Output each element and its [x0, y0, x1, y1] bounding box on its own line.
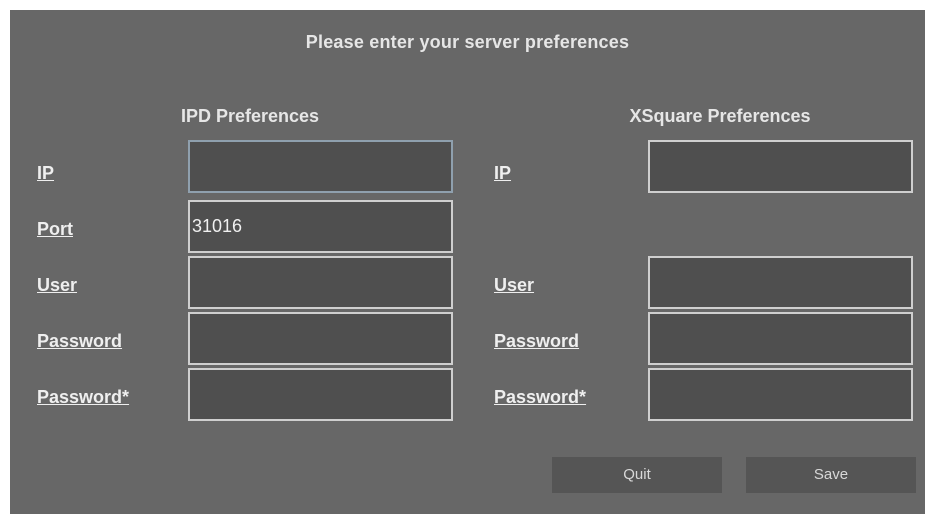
- server-preferences-dialog: Please enter your server preferences IPD…: [10, 10, 925, 514]
- save-button[interactable]: Save: [746, 457, 916, 493]
- ipd-ip-input[interactable]: [188, 140, 453, 193]
- quit-button[interactable]: Quit: [552, 457, 722, 493]
- xsquare-password-label: Password: [494, 331, 580, 351]
- ipd-password-confirm-label-text: Password: [37, 387, 123, 407]
- xsquare-password-confirm-label: Password*: [494, 386, 586, 408]
- ipd-user-label: User: [37, 275, 78, 295]
- ipd-ip-label: IP: [37, 163, 55, 183]
- ipd-preferences-title: IPD Preferences: [180, 106, 320, 126]
- ipd-port-label: Port: [37, 219, 73, 239]
- xsquare-preferences-title: XSquare Preferences: [629, 106, 811, 126]
- xsquare-ip-label: IP: [494, 163, 512, 183]
- xsquare-password-confirm-label-text: Password: [494, 387, 580, 407]
- ipd-user-input[interactable]: [188, 256, 453, 309]
- dialog-title: Please enter your server preferences: [305, 32, 630, 52]
- xsquare-ip-input[interactable]: [648, 140, 913, 193]
- required-mark: *: [122, 387, 130, 407]
- xsquare-password-input[interactable]: [648, 312, 913, 365]
- xsquare-password-confirm-input[interactable]: [648, 368, 913, 421]
- ipd-password-confirm-input[interactable]: [188, 368, 453, 421]
- ipd-password-input[interactable]: [188, 312, 453, 365]
- ipd-password-confirm-label: Password*: [37, 386, 129, 408]
- ipd-port-input[interactable]: 31016: [188, 200, 453, 253]
- required-mark: *: [579, 387, 587, 407]
- ipd-password-label: Password: [37, 331, 123, 351]
- xsquare-user-label: User: [494, 275, 535, 295]
- xsquare-user-input[interactable]: [648, 256, 913, 309]
